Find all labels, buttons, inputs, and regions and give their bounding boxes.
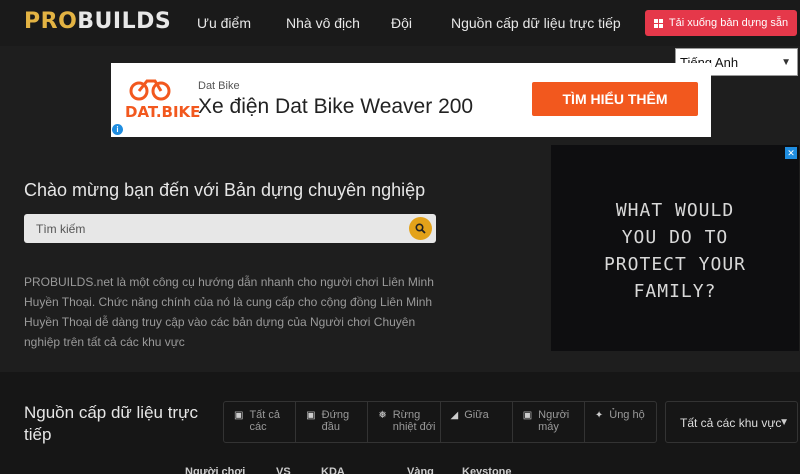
column-header-gold: Vàng [407,466,434,474]
live-feed-title: Nguồn cấp dữ liệu trực tiếp [24,403,198,444]
filter-label: Người máy [538,409,570,433]
top-navbar: PROBUILDS Ưu điểm Nhà vô địch Đội Nguồn … [0,0,800,46]
top-lane-icon: ▣ [306,410,316,421]
chevron-down-icon: ▼ [781,57,791,68]
search-icon [415,223,426,234]
jungle-icon: ❅ [378,410,387,421]
ad-logo-text: DAT.BIKE [125,103,201,121]
site-description: PROBUILDS.net là một công cụ hướng dẫn n… [24,275,434,349]
column-header-keystone: Keystone [462,466,512,474]
filter-top[interactable]: ▣ Đứng đầu [296,402,369,442]
logo-pro: PRO [24,9,78,34]
column-header-vs: VS [276,466,291,474]
search-input[interactable] [24,214,436,243]
filter-label: Giữa [464,409,489,421]
ad-info-icon[interactable]: i [112,124,123,135]
column-header-kda: KDA [321,466,345,474]
download-label: Tải xuống bản dựng sẵn [668,17,789,29]
windows-icon [653,18,663,28]
filter-label: Rừng nhiệt đới [392,409,436,433]
nav-link-live-feed[interactable]: Nguồn cấp dữ liệu trực tiếp [451,15,621,31]
chevron-down-icon: ▼ [779,417,789,428]
filter-mid[interactable]: ◢ Giữa [441,402,513,442]
download-builds-button[interactable]: Tải xuống bản dựng sẵn [645,10,797,36]
logo-builds: BUILDS [77,9,172,34]
nav-link-champions[interactable]: Nhà vô địch [286,15,360,31]
search-button[interactable] [409,217,432,240]
nav-link-teams[interactable]: Đội [391,15,412,31]
support-icon: ✦ [594,410,604,421]
region-selected: Tất cả các khu vực [680,416,782,430]
ad-banner[interactable]: DAT.BIKE i Dat Bike Xe điện Dat Bike Wea… [111,63,711,137]
ad-cta-button[interactable]: TÌM HIỂU THÊM [532,82,698,116]
all-roles-icon: ▣ [234,410,244,421]
filter-label: Tất cả các [249,409,281,433]
role-filters: ▣ Tất cả các ▣ Đứng đầu ❅ Rừng nhiệt đới… [223,401,657,443]
column-header-player: Người chơi [185,466,246,474]
bot-lane-icon: ▣ [522,410,533,421]
filter-support[interactable]: ✦ Ủng hộ [585,402,656,442]
region-select[interactable]: Tất cả các khu vực ▼ [665,401,798,443]
ad-close-icon[interactable]: ✕ [785,147,797,159]
side-ad-message: WHAT WOULD YOU DO TO PROTECT YOUR FAMILY… [603,200,747,302]
site-logo[interactable]: PROBUILDS [24,9,171,34]
welcome-heading: Chào mừng bạn đến với Bản dựng chuyên ng… [24,180,426,200]
filter-jungle[interactable]: ❅ Rừng nhiệt đới [368,402,441,442]
filter-label: Ủng hộ [609,409,645,421]
dat-bike-logo-icon [129,79,171,101]
nav-link-advantages[interactable]: Ưu điểm [197,15,251,31]
filter-bot[interactable]: ▣ Người máy [513,402,585,442]
live-feed-section: Nguồn cấp dữ liệu trực tiếp ▣ Tất cả các… [0,372,800,474]
filter-all[interactable]: ▣ Tất cả các [224,402,297,442]
side-ad[interactable]: ✕ WHAT WOULD YOU DO TO PROTECT YOUR FAMI… [551,145,799,351]
filter-label: Đứng đầu [321,409,350,433]
mid-lane-icon: ◢ [450,410,459,421]
ad-brand: Dat Bike [198,80,240,92]
ad-headline: Xe điện Dat Bike Weaver 200 [198,95,474,118]
